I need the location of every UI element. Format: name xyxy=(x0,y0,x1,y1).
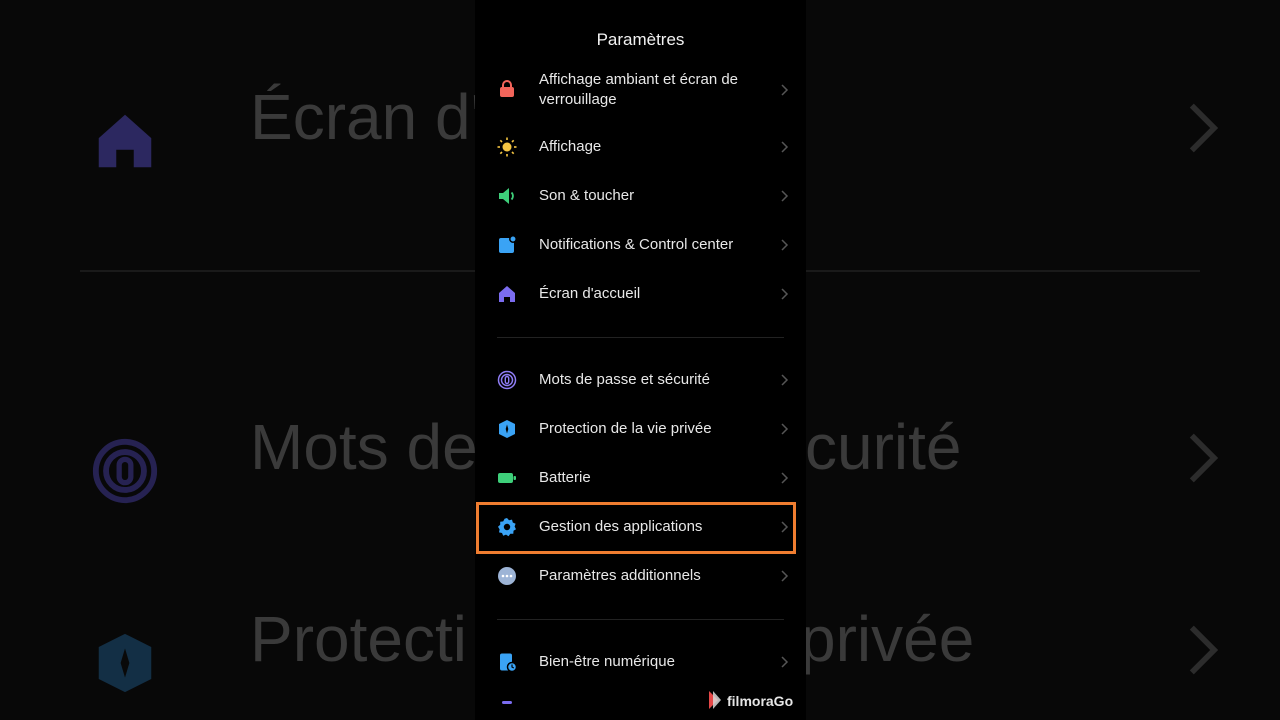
settings-item-passwords-security[interactable]: Mots de passe et sécurité xyxy=(475,365,806,395)
bg-text-passwords: Mots de xyxy=(250,411,478,483)
chevron-right-icon xyxy=(1189,433,1219,483)
bg-text-privacy-right: privée xyxy=(800,603,975,675)
section-divider xyxy=(497,619,784,620)
chevron-right-icon xyxy=(781,141,789,153)
chevron-right-icon xyxy=(781,374,789,386)
highlight-box xyxy=(476,502,796,554)
settings-item-label: Écran d'accueil xyxy=(539,285,641,302)
battery-icon xyxy=(498,473,516,483)
settings-item-digital-wellbeing[interactable]: Bien-être numérique xyxy=(475,647,806,677)
settings-item-label: Affichage ambiant et écran de verrouilla… xyxy=(539,71,739,108)
video-frame: Écran d'a Mots de curité Protecti privée… xyxy=(0,0,1280,720)
shield-icon xyxy=(499,420,515,438)
speaker-icon xyxy=(499,188,514,204)
settings-item-lock-screen[interactable]: Affichage ambiant et écran de verrouilla… xyxy=(475,68,806,112)
chevron-right-icon xyxy=(781,288,789,300)
settings-item-notifications[interactable]: Notifications & Control center xyxy=(475,230,806,260)
chevron-right-icon xyxy=(781,423,789,435)
settings-item-additional-settings[interactable]: Paramètres additionnels xyxy=(475,561,806,591)
settings-item-label: Paramètres additionnels xyxy=(539,567,701,584)
settings-item-label: Mots de passe et sécurité xyxy=(539,371,710,388)
chevron-right-icon xyxy=(1189,103,1219,153)
fingerprint-icon xyxy=(497,370,517,390)
home-icon xyxy=(499,286,515,302)
fingerprint-icon xyxy=(92,438,158,504)
home-icon xyxy=(98,114,152,168)
settings-item-battery[interactable]: Batterie xyxy=(475,463,806,493)
settings-item-label: Notifications & Control center xyxy=(539,236,734,253)
bg-text-privacy: Protecti xyxy=(250,603,467,675)
settings-item-label: Affichage xyxy=(539,138,602,155)
settings-item-label: Protection de la vie privée xyxy=(539,420,712,437)
shield-icon xyxy=(98,633,152,693)
filmora-logo-icon xyxy=(709,691,721,709)
chevron-right-icon xyxy=(781,84,789,96)
chevron-right-icon xyxy=(781,570,789,582)
settings-item-sound[interactable]: Son & toucher xyxy=(475,181,806,211)
sun-icon xyxy=(497,137,517,157)
wellbeing-icon xyxy=(500,653,517,672)
chevron-right-icon xyxy=(781,472,789,484)
chevron-right-icon xyxy=(781,190,789,202)
section-divider xyxy=(497,337,784,338)
settings-item-label: Batterie xyxy=(539,469,591,486)
settings-item-label: Bien-être numérique xyxy=(539,653,675,670)
partial-next-item-icon xyxy=(502,701,512,704)
lock-icon xyxy=(500,80,514,97)
watermark-text: filmoraGo xyxy=(727,693,794,709)
settings-item-privacy[interactable]: Protection de la vie privée xyxy=(475,414,806,444)
notification-icon xyxy=(499,235,517,253)
chevron-right-icon xyxy=(781,239,789,251)
bg-text-passwords-right: curité xyxy=(805,411,962,483)
settings-item-label: Son & toucher xyxy=(539,187,635,204)
page-title: Paramètres xyxy=(596,30,685,49)
settings-screen: Paramètres Affichage ambiant et écran de… xyxy=(475,0,806,720)
settings-item-home-screen[interactable]: Écran d'accueil xyxy=(475,279,806,309)
settings-item-display[interactable]: Affichage xyxy=(475,132,806,162)
chevron-right-icon xyxy=(1189,625,1219,675)
chevron-right-icon xyxy=(781,656,789,668)
more-icon xyxy=(498,567,516,585)
